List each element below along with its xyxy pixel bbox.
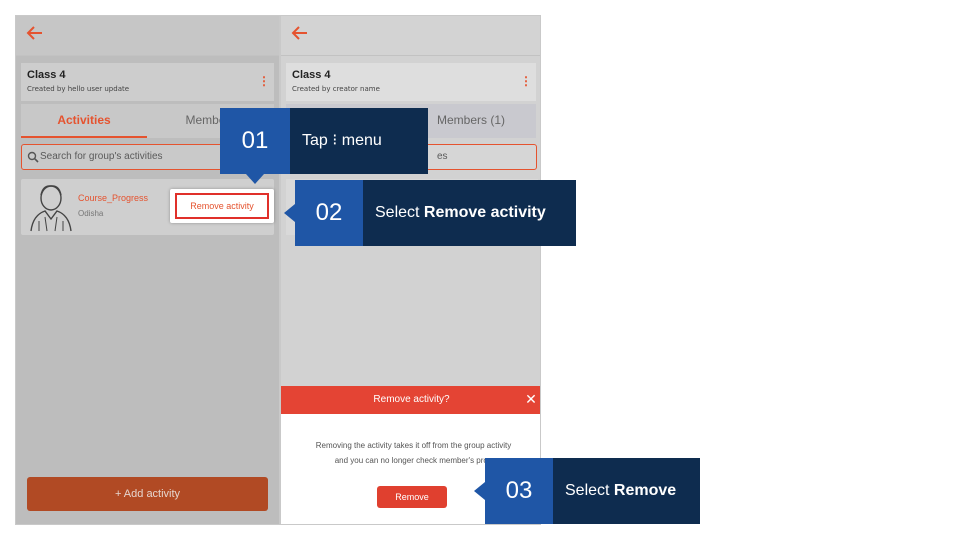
callout-text: Select Remove activity [363, 180, 576, 246]
class-title: Class 4 [27, 69, 66, 81]
class-subtitle: Created by hello user update [27, 85, 130, 93]
callout-text: Select Remove [553, 458, 700, 524]
sheet-header: Remove activity? ✕ [281, 386, 540, 414]
callout-text-bold: Remove [613, 482, 677, 499]
search-icon [27, 151, 39, 163]
class-title: Class 4 [292, 69, 331, 81]
add-activity-button[interactable]: + Add activity [27, 477, 268, 511]
left-phone-screen: Class 4 Created by hello user update ⋮ A… [15, 15, 280, 525]
callout-number: 02 [295, 180, 363, 246]
back-arrow-icon[interactable] [26, 24, 46, 44]
search-placeholder: Search for group's activities [40, 151, 163, 162]
back-arrow-icon[interactable] [291, 24, 311, 44]
top-app-bar [16, 16, 279, 56]
kebab-menu-icon[interactable]: ⋮ [258, 73, 270, 89]
remove-activity-popup: Remove activity [170, 189, 274, 223]
callout-number: 03 [485, 458, 553, 524]
class-header-card: Class 4 Created by hello user update ⋮ [21, 63, 274, 101]
callout-pointer [246, 174, 264, 184]
activity-name: Course_Progress [78, 193, 149, 203]
sheet-message-line: Removing the activity takes it off from … [315, 441, 512, 450]
search-placeholder: es [437, 151, 448, 162]
callout-text-prefix: Select [565, 482, 614, 499]
callout-step-02: 02 Select Remove activity [295, 180, 576, 246]
remove-button[interactable]: Remove [377, 486, 447, 508]
callout-text-prefix: Tap [302, 132, 333, 149]
top-app-bar [281, 16, 540, 56]
callout-number: 01 [220, 108, 290, 174]
callout-pointer [474, 482, 485, 500]
callout-pointer [284, 204, 295, 222]
class-header-card: Class 4 Created by creator name ⋮ [286, 63, 536, 101]
sheet-title: Remove activity? [373, 394, 450, 405]
callout-step-01: 01 Tap ⁝ menu [220, 108, 428, 174]
callout-step-03: 03 Select Remove [485, 458, 700, 524]
remove-activity-option[interactable]: Remove activity [175, 193, 269, 219]
callout-text-prefix: Select [375, 204, 424, 221]
callout-text: Tap ⁝ menu [290, 108, 428, 174]
tab-activities[interactable]: Activities [21, 104, 147, 138]
user-avatar-icon [30, 185, 72, 232]
callout-text-suffix: menu [337, 132, 382, 149]
close-icon[interactable]: ✕ [524, 392, 538, 406]
kebab-menu-icon[interactable]: ⋮ [520, 73, 532, 89]
tutorial-slide: Class 4 Created by hello user update ⋮ A… [0, 0, 960, 540]
class-subtitle: Created by creator name [292, 85, 380, 93]
activity-subtitle: Odisha [78, 209, 104, 218]
right-phone-screen: Class 4 Created by creator name ⋮ Member… [280, 15, 541, 525]
callout-text-bold: Remove activity [423, 204, 546, 221]
